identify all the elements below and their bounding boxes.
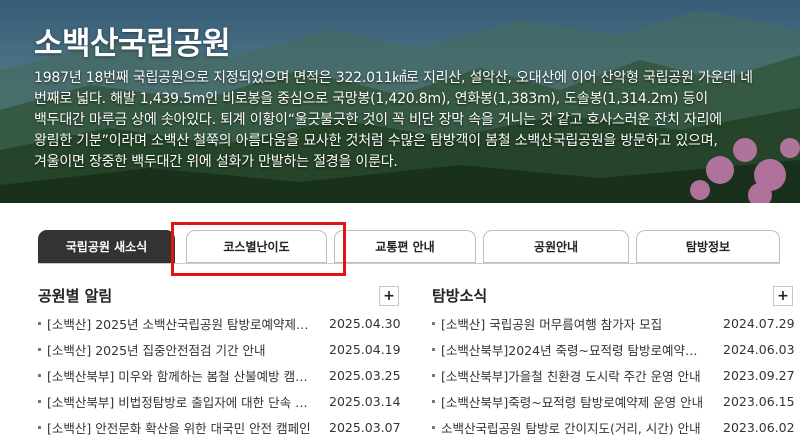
list-item[interactable]: 소백산국립공원 탐방로 간이지도(거리, 시간) 안내 2023.06.02 bbox=[432, 414, 798, 440]
notice-title[interactable]: [소백산북부] 비법정탐방로 출입자에 대한 단속 안내 bbox=[47, 392, 312, 411]
news-date: 2023.06.02 bbox=[723, 419, 795, 435]
bullet-icon bbox=[432, 348, 435, 351]
tab-visit-info[interactable]: 탐방정보 bbox=[636, 230, 780, 263]
list-item[interactable]: [소백산북부]가을철 친환경 도시락 주간 운영 안내 2023.09.27 bbox=[432, 362, 798, 388]
visit-news-list: [소백산] 국립공원 머무름여행 참가자 모집 2024.07.29 [소백산북… bbox=[432, 310, 798, 440]
notice-date: 2025.04.30 bbox=[329, 315, 401, 331]
notice-title[interactable]: [소백산] 2025년 소백산국립공원 탐방로예약제 운영 안내 bbox=[47, 314, 312, 333]
list-item[interactable]: [소백산북부] 비법정탐방로 출입자에 대한 단속 안내 2025.03.14 bbox=[38, 388, 401, 414]
notice-date: 2025.03.07 bbox=[329, 419, 401, 435]
bullet-icon bbox=[38, 322, 41, 325]
notice-title[interactable]: [소백산] 안전문화 확산을 위한 대국민 안전 캠페인 bbox=[47, 418, 312, 437]
notice-date: 2025.04.19 bbox=[329, 341, 401, 357]
list-item[interactable]: [소백산] 안전문화 확산을 위한 대국민 안전 캠페인 2025.03.07 bbox=[38, 414, 401, 440]
tab-transport-info[interactable]: 교통편 안내 bbox=[334, 230, 476, 263]
notice-date: 2025.03.14 bbox=[329, 393, 401, 409]
news-title[interactable]: [소백산북부]가을철 친환경 도시락 주간 운영 안내 bbox=[441, 366, 705, 385]
notice-title[interactable]: [소백산] 2025년 집중안전점검 기간 안내 bbox=[47, 340, 312, 359]
news-date: 2023.09.27 bbox=[723, 367, 795, 383]
notice-title[interactable]: [소백산북부] 미우와 함께하는 봄철 산불예방 캠페인 bbox=[47, 366, 312, 385]
news-title[interactable]: [소백산북부]죽령~묘적령 탐방로예약제 운영 안내 bbox=[441, 392, 705, 411]
news-date: 2023.06.15 bbox=[723, 393, 795, 409]
list-item[interactable]: [소백산북부]죽령~묘적령 탐방로예약제 운영 안내 2023.06.15 bbox=[432, 388, 798, 414]
bullet-icon bbox=[38, 348, 41, 351]
visit-news-more-button[interactable]: + bbox=[773, 286, 793, 306]
park-notices-list: [소백산] 2025년 소백산국립공원 탐방로예약제 운영 안내 2025.04… bbox=[38, 310, 401, 440]
news-title[interactable]: [소백산북부]2024년 죽령~묘적령 탐방로예약제 운영 bbox=[441, 340, 705, 359]
bullet-icon bbox=[38, 374, 41, 377]
tab-park-news[interactable]: 국립공원 새소식 bbox=[38, 230, 175, 263]
page-title: 소백산국립공원 bbox=[34, 26, 231, 62]
park-notices-title: 공원별 알림 bbox=[38, 287, 113, 305]
list-item[interactable]: [소백산북부] 미우와 함께하는 봄철 산불예방 캠페인 2025.03.25 bbox=[38, 362, 401, 388]
visit-news-title: 탐방소식 bbox=[432, 287, 488, 305]
bullet-icon bbox=[38, 426, 41, 429]
list-item[interactable]: [소백산북부]2024년 죽령~묘적령 탐방로예약제 운영 2024.06.03 bbox=[432, 336, 798, 362]
bullet-icon bbox=[38, 400, 41, 403]
notice-date: 2025.03.25 bbox=[329, 367, 401, 383]
tabs-divider bbox=[38, 263, 780, 264]
news-date: 2024.07.29 bbox=[723, 315, 795, 331]
park-notices-more-button[interactable]: + bbox=[379, 286, 399, 306]
bullet-icon bbox=[432, 322, 435, 325]
park-description: 1987년 18번째 국립공원으로 지정되었으며 면적은 322.011㎢로 지… bbox=[34, 70, 753, 170]
news-date: 2024.06.03 bbox=[723, 341, 795, 357]
list-item[interactable]: [소백산] 2025년 집중안전점검 기간 안내 2025.04.19 bbox=[38, 336, 401, 362]
list-item[interactable]: [소백산] 2025년 소백산국립공원 탐방로예약제 운영 안내 2025.04… bbox=[38, 310, 401, 336]
tab-course-difficulty[interactable]: 코스별난이도 bbox=[186, 230, 327, 263]
hero-banner: 소백산국립공원 1987년 18번째 국립공원으로 지정되었으며 면적은 322… bbox=[0, 0, 800, 203]
news-title[interactable]: [소백산] 국립공원 머무름여행 참가자 모집 bbox=[441, 314, 705, 333]
list-item[interactable]: [소백산] 국립공원 머무름여행 참가자 모집 2024.07.29 bbox=[432, 310, 798, 336]
bullet-icon bbox=[432, 426, 435, 429]
tab-park-info[interactable]: 공원안내 bbox=[483, 230, 629, 263]
bullet-icon bbox=[432, 400, 435, 403]
bullet-icon bbox=[432, 374, 435, 377]
news-title[interactable]: 소백산국립공원 탐방로 간이지도(거리, 시간) 안내 bbox=[441, 418, 705, 437]
